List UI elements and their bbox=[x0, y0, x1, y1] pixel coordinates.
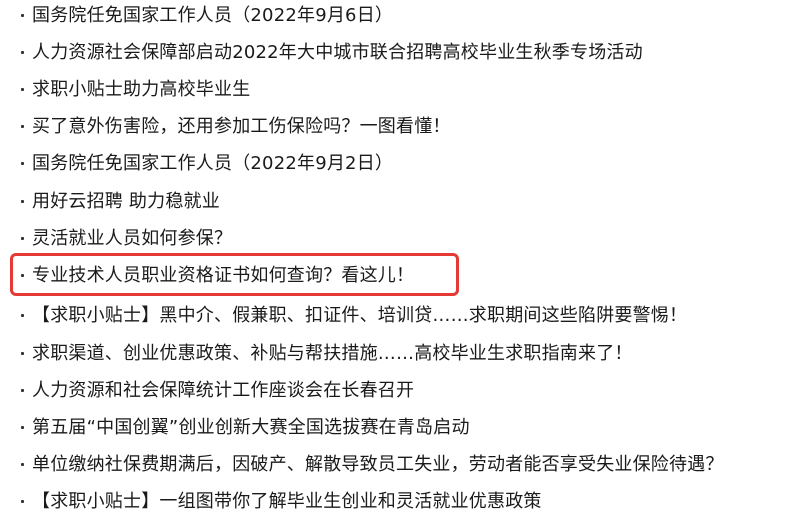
news-link[interactable]: 用好云招聘 助力稳就业 bbox=[32, 183, 220, 220]
list-item[interactable]: 国务院任免国家工作人员（2022年9月2日） bbox=[0, 145, 787, 182]
bullet-icon bbox=[21, 200, 24, 203]
list-item[interactable]: 人力资源和社会保障统计工作座谈会在长春召开 bbox=[0, 372, 787, 409]
news-link[interactable]: 人力资源社会保障部启动2022年大中城市联合招聘高校毕业生秋季专场活动 bbox=[32, 34, 643, 71]
list-item[interactable]: 单位缴纳社保费期满后，因破产、解散导致员工失业，劳动者能否享受失业保险待遇？ bbox=[0, 446, 787, 483]
news-link[interactable]: 单位缴纳社保费期满后，因破产、解散导致员工失业，劳动者能否享受失业保险待遇？ bbox=[32, 446, 724, 483]
bullet-icon bbox=[21, 237, 24, 240]
list-item[interactable]: 求职小贴士助力高校毕业生 bbox=[0, 71, 787, 108]
bullet-icon bbox=[21, 463, 24, 466]
list-item[interactable]: 【求职小贴士】一组图带你了解毕业生创业和灵活就业优惠政策 bbox=[0, 483, 787, 520]
list-item[interactable]: 人力资源社会保障部启动2022年大中城市联合招聘高校毕业生秋季专场活动 bbox=[0, 34, 787, 71]
bullet-icon bbox=[21, 88, 24, 91]
news-link[interactable]: 求职小贴士助力高校毕业生 bbox=[32, 71, 250, 108]
news-link[interactable]: 国务院任免国家工作人员（2022年9月6日） bbox=[32, 0, 393, 34]
news-link[interactable]: 灵活就业人员如何参保？ bbox=[32, 220, 232, 257]
list-item[interactable]: 第五届“中国创翼”创业创新大赛全国选拔赛在青岛启动 bbox=[0, 409, 787, 446]
news-link[interactable]: 国务院任免国家工作人员（2022年9月2日） bbox=[32, 145, 393, 182]
list-item[interactable]: 灵活就业人员如何参保？ bbox=[0, 220, 787, 257]
bullet-icon bbox=[21, 426, 24, 429]
list-item-highlighted[interactable]: 专业技术人员职业资格证书如何查询？看这儿！ bbox=[0, 257, 787, 294]
bullet-icon bbox=[21, 500, 24, 503]
news-link[interactable]: 第五届“中国创翼”创业创新大赛全国选拔赛在青岛启动 bbox=[32, 409, 470, 446]
list-item[interactable]: 买了意外伤害险，还用参加工伤保险吗？一图看懂！ bbox=[0, 108, 787, 145]
bullet-icon bbox=[21, 274, 24, 277]
bullet-icon bbox=[21, 14, 24, 17]
list-item[interactable]: 用好云招聘 助力稳就业 bbox=[0, 183, 787, 220]
bullet-icon bbox=[21, 51, 24, 54]
news-link[interactable]: 求职渠道、创业优惠政策、补贴与帮扶措施……高校毕业生求职指南来了！ bbox=[32, 335, 633, 372]
news-link[interactable]: 人力资源和社会保障统计工作座谈会在长春召开 bbox=[32, 372, 414, 409]
news-link[interactable]: 【求职小贴士】黑中介、假兼职、扣证件、培训贷……求职期间这些陷阱要警惕！ bbox=[32, 297, 687, 334]
list-item[interactable]: 【求职小贴士】黑中介、假兼职、扣证件、培训贷……求职期间这些陷阱要警惕！ bbox=[0, 297, 787, 334]
list-item[interactable]: 求职渠道、创业优惠政策、补贴与帮扶措施……高校毕业生求职指南来了！ bbox=[0, 335, 787, 372]
news-link[interactable]: 专业技术人员职业资格证书如何查询？看这儿！ bbox=[32, 257, 414, 294]
list-item[interactable]: 国务院任免国家工作人员（2022年9月6日） bbox=[0, 0, 787, 34]
bullet-icon bbox=[21, 125, 24, 128]
bullet-icon bbox=[21, 352, 24, 355]
bullet-icon bbox=[21, 389, 24, 392]
bullet-icon bbox=[21, 162, 24, 165]
news-link[interactable]: 【求职小贴士】一组图带你了解毕业生创业和灵活就业优惠政策 bbox=[32, 483, 542, 520]
bullet-icon bbox=[21, 314, 24, 317]
news-link[interactable]: 买了意外伤害险，还用参加工伤保险吗？一图看懂！ bbox=[32, 108, 451, 145]
